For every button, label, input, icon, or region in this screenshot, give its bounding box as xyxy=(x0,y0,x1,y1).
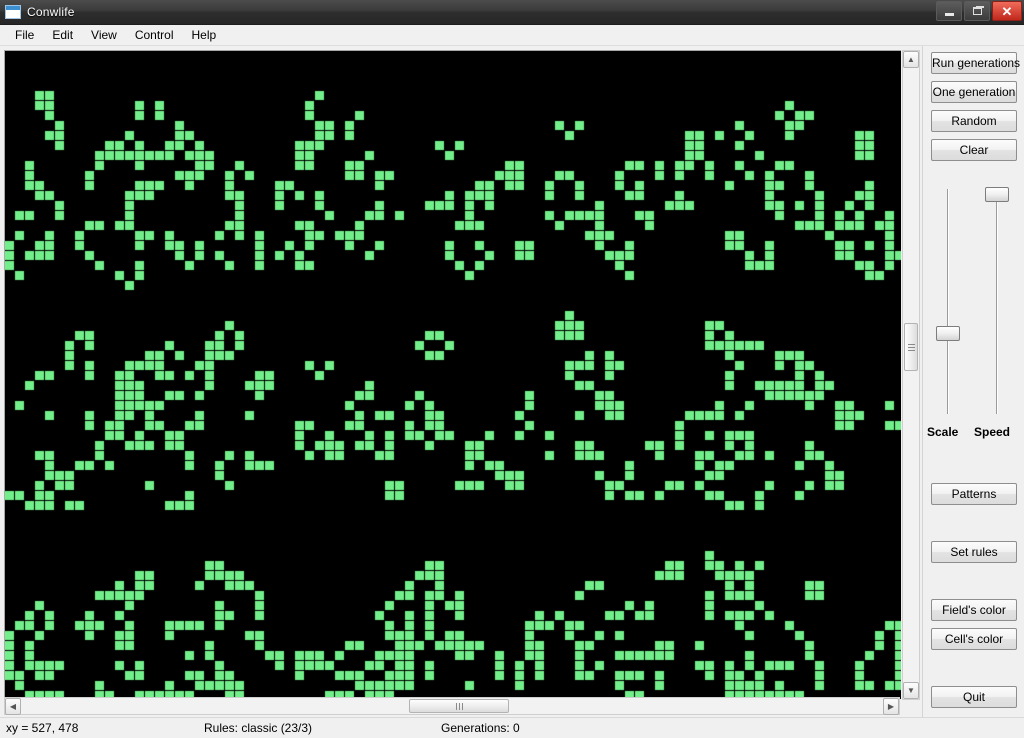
speed-slider-thumb[interactable] xyxy=(985,187,1009,202)
grip-line-icon xyxy=(907,349,915,351)
chevron-left-icon: ◀ xyxy=(9,702,17,711)
scale-slider-thumb[interactable] xyxy=(936,326,960,341)
scroll-up-button[interactable]: ▲ xyxy=(903,51,919,68)
chevron-right-icon: ▶ xyxy=(887,702,895,711)
app-window-icon xyxy=(5,5,21,19)
speed-slider-track[interactable] xyxy=(996,189,998,414)
random-button[interactable]: Random xyxy=(931,110,1017,132)
window-buttons: ✕ xyxy=(936,1,1022,21)
minimize-icon xyxy=(944,12,954,16)
scroll-down-button[interactable]: ▼ xyxy=(903,682,919,699)
scale-slider-track[interactable] xyxy=(947,189,949,414)
menu-item-edit[interactable]: Edit xyxy=(43,26,82,44)
menu-item-control[interactable]: Control xyxy=(126,26,183,44)
close-icon: ✕ xyxy=(1001,3,1013,19)
speed-slider-label: Speed xyxy=(974,425,1011,439)
horizontal-scroll-thumb[interactable] xyxy=(409,699,509,713)
quit-button[interactable]: Quit xyxy=(931,686,1017,708)
speed-slider[interactable] xyxy=(985,187,1009,414)
status-generations: Generations: 0 xyxy=(441,721,520,735)
main-area: ▲ ▼ ◀ ▶ Run generations One generation R… xyxy=(0,46,1024,717)
application-window: Conwlife ✕ File Edit View Control Help ▲… xyxy=(0,0,1024,738)
grip-line-icon xyxy=(461,702,463,710)
fields-color-button[interactable]: Field's color xyxy=(931,599,1017,621)
vertical-scrollbar[interactable]: ▲ ▼ xyxy=(902,50,920,700)
life-grid-canvas[interactable] xyxy=(5,51,901,699)
patterns-button[interactable]: Patterns xyxy=(931,483,1017,505)
scale-slider[interactable] xyxy=(936,189,960,414)
status-rules: Rules: classic (23/3) xyxy=(204,721,313,735)
vertical-scroll-thumb[interactable] xyxy=(904,323,918,371)
grip-line-icon xyxy=(907,346,915,348)
horizontal-scrollbar[interactable]: ◀ ▶ xyxy=(4,697,900,715)
minimize-button[interactable] xyxy=(936,1,962,21)
control-panel: Run generations One generation Random Cl… xyxy=(922,46,1024,717)
menu-bar: File Edit View Control Help xyxy=(0,25,1024,46)
clear-button[interactable]: Clear xyxy=(931,139,1017,161)
window-title: Conwlife xyxy=(27,5,75,19)
title-bar: Conwlife ✕ xyxy=(0,0,1024,25)
chevron-down-icon: ▼ xyxy=(907,686,915,695)
life-field[interactable] xyxy=(4,50,901,699)
scroll-left-button[interactable]: ◀ xyxy=(5,698,21,715)
menu-item-file[interactable]: File xyxy=(6,26,43,44)
status-coordinates: xy = 527, 478 xyxy=(6,721,79,735)
cells-color-button[interactable]: Cell's color xyxy=(931,628,1017,650)
close-button[interactable]: ✕ xyxy=(992,1,1022,21)
scale-slider-label: Scale xyxy=(927,425,959,439)
field-pane: ▲ ▼ ◀ ▶ xyxy=(0,46,922,717)
maximize-button[interactable] xyxy=(964,1,990,21)
grip-line-icon xyxy=(458,702,460,710)
set-rules-button[interactable]: Set rules xyxy=(931,541,1017,563)
run-generations-button[interactable]: Run generations xyxy=(931,52,1020,74)
grip-line-icon xyxy=(907,343,915,345)
menu-item-view[interactable]: View xyxy=(82,26,126,44)
chevron-up-icon: ▲ xyxy=(907,55,915,64)
grip-line-icon xyxy=(455,702,457,710)
menu-item-help[interactable]: Help xyxy=(183,26,226,44)
scroll-right-button[interactable]: ▶ xyxy=(883,698,899,715)
one-generation-button[interactable]: One generation xyxy=(931,81,1017,103)
restore-icon xyxy=(972,6,984,15)
status-bar: xy = 527, 478 Rules: classic (23/3) Gene… xyxy=(0,717,1024,738)
